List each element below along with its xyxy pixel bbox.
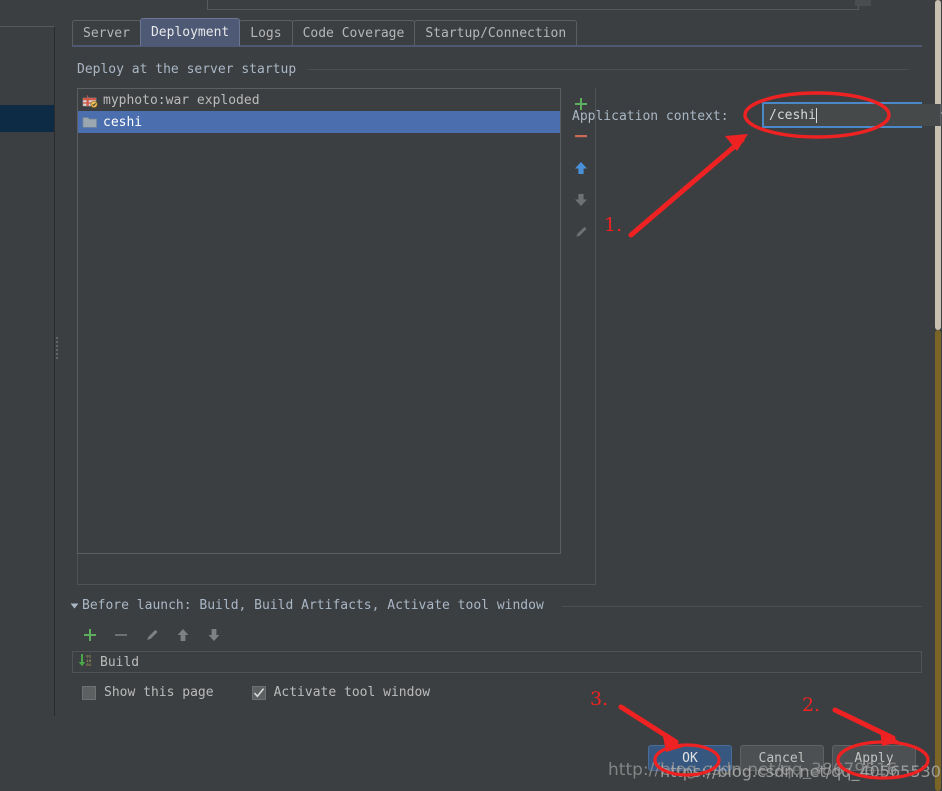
tab-server[interactable]: Server	[72, 20, 141, 46]
tab-logs[interactable]: Logs	[239, 20, 293, 46]
ide-dialog-root: Server Deployment Logs Code Coverage Sta…	[0, 0, 942, 791]
deployment-list[interactable]: myphoto:war exploded ceshi	[77, 88, 561, 554]
before-launch-task-row[interactable]: 01 10 01 Build	[72, 651, 922, 673]
before-launch-task-label: Build	[100, 654, 140, 670]
annotation-step-1: 1.	[604, 214, 623, 236]
svg-text:01: 01	[86, 664, 91, 668]
list-item-label: myphoto:war exploded	[103, 92, 260, 108]
application-context-combobox[interactable]: ▼	[762, 102, 942, 128]
application-context-label: Application context:	[572, 109, 729, 124]
list-item[interactable]: myphoto:war exploded	[78, 89, 560, 111]
tab-code-coverage[interactable]: Code Coverage	[291, 20, 416, 46]
watermark-secondary: https://blog.csdn.net/qq_40565530	[660, 762, 941, 781]
deploy-section-rule	[308, 69, 908, 70]
left-rail-selected-item[interactable]	[0, 105, 54, 132]
list-item[interactable]: ceshi	[78, 111, 560, 133]
dialog-top-right-stub	[855, 0, 871, 6]
move-down-button[interactable]	[566, 184, 596, 216]
task-move-down-button[interactable]	[206, 627, 222, 647]
task-move-up-button[interactable]	[175, 627, 191, 647]
remove-task-button[interactable]	[113, 627, 129, 647]
deployment-list-toolbar	[566, 88, 596, 554]
before-launch-header[interactable]: Before launch: Build, Build Artifacts, A…	[69, 598, 544, 613]
before-launch-toolbar	[77, 625, 222, 649]
artifact-icon	[82, 92, 98, 108]
before-launch-options: Show this page Activate tool window	[82, 685, 430, 700]
window-scrollbar-thumb-lower[interactable]	[935, 330, 941, 791]
folder-icon	[82, 115, 98, 129]
show-this-page-checkbox[interactable]	[82, 685, 96, 700]
activate-tool-window-checkbox[interactable]	[251, 685, 266, 700]
before-launch-rule	[562, 606, 922, 607]
deployment-panel: Deploy at the server startup myphoto:war…	[69, 47, 942, 782]
annotation-step-2: 2.	[802, 694, 821, 716]
edit-task-button[interactable]	[144, 627, 160, 647]
tab-startup-connection[interactable]: Startup/Connection	[414, 20, 578, 46]
text-caret	[816, 108, 817, 123]
application-context-input[interactable]	[764, 104, 940, 126]
annotation-step-3: 3.	[590, 688, 609, 710]
list-item-label: ceshi	[103, 114, 143, 130]
activate-tool-window-label: Activate tool window	[273, 685, 431, 700]
move-up-button[interactable]	[566, 152, 596, 184]
collapse-triangle-icon[interactable]	[70, 603, 79, 608]
tab-bar: Server Deployment Logs Code Coverage Sta…	[72, 18, 578, 46]
before-launch-title: Before launch: Build, Build Artifacts, A…	[82, 598, 544, 613]
dialog-top-strip	[207, 0, 859, 10]
build-icon: 01 10 01	[77, 652, 95, 672]
left-configuration-rail[interactable]	[0, 26, 55, 716]
edit-button[interactable]	[566, 216, 596, 248]
show-this-page-label: Show this page	[104, 685, 214, 700]
panel-splitter-handle[interactable]	[53, 337, 61, 359]
deploy-section-title: Deploy at the server startup	[77, 62, 297, 77]
tab-deployment[interactable]: Deployment	[139, 18, 241, 46]
add-task-button[interactable]	[82, 627, 98, 647]
remove-button[interactable]	[566, 120, 596, 152]
window-scrollbar-thumb-upper[interactable]	[935, 0, 941, 330]
